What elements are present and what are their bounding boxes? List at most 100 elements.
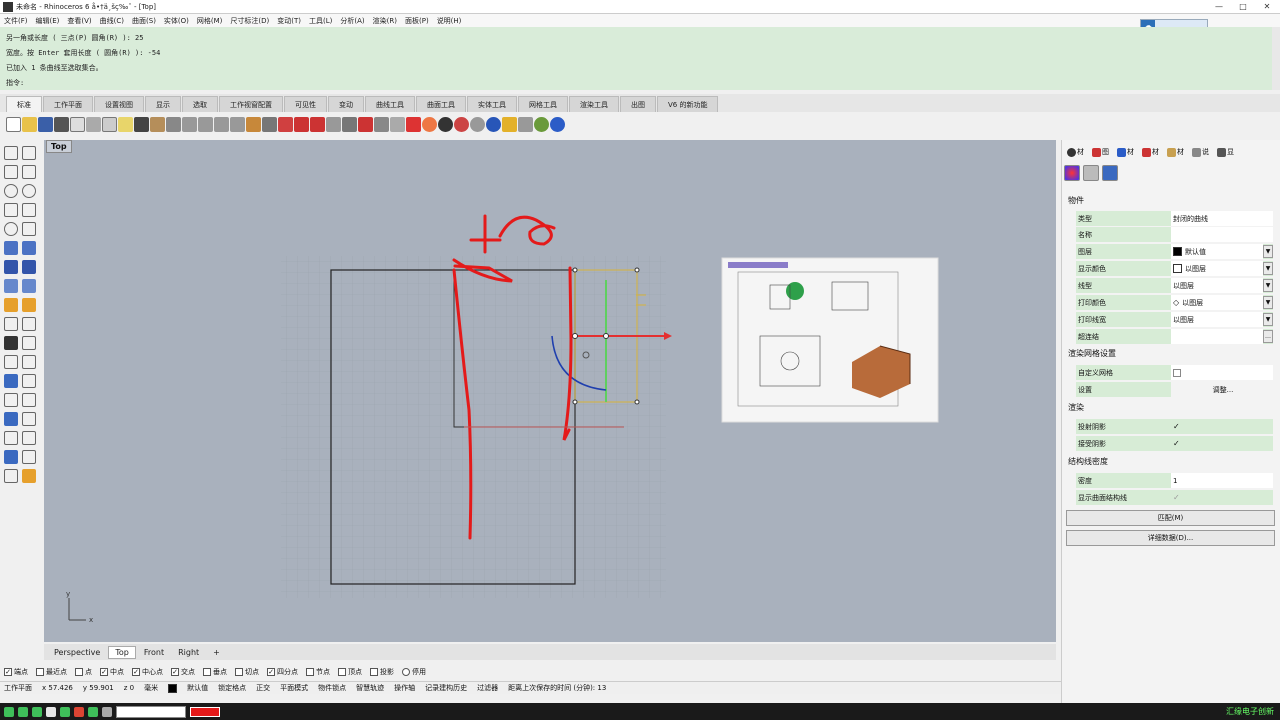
measure-icon[interactable] bbox=[22, 412, 36, 426]
taskbar-app-icon-2[interactable] bbox=[18, 706, 28, 717]
zoom-window-icon[interactable] bbox=[198, 116, 213, 132]
circle-icon[interactable] bbox=[4, 184, 18, 198]
menu-mesh[interactable]: 网格(M) bbox=[197, 16, 223, 26]
snap-vertex[interactable]: 顶点 bbox=[338, 667, 362, 677]
copy-move-icon[interactable] bbox=[310, 116, 325, 132]
snap-int-checkbox[interactable]: ✓ bbox=[171, 668, 179, 676]
cut-icon[interactable] bbox=[86, 116, 101, 132]
tab-solid-tools[interactable]: 实体工具 bbox=[467, 96, 517, 112]
custom-mesh-checkbox[interactable] bbox=[1173, 368, 1181, 377]
taskbar-app-icon-4[interactable] bbox=[46, 706, 56, 717]
menu-surface[interactable]: 曲面(S) bbox=[132, 16, 156, 26]
zoom-selected-icon[interactable] bbox=[230, 116, 245, 132]
freeform-icon[interactable] bbox=[22, 222, 36, 236]
cast-shadow-checkbox[interactable]: ✓ bbox=[1173, 422, 1180, 431]
panel-tab-textures[interactable]: 材 bbox=[1164, 144, 1187, 160]
lock-object-icon[interactable] bbox=[22, 469, 36, 483]
ellipse-icon[interactable] bbox=[22, 184, 36, 198]
gumball-x-arrow-icon[interactable] bbox=[664, 332, 672, 340]
grid-icon[interactable] bbox=[4, 431, 18, 445]
xray-sphere-icon[interactable] bbox=[486, 116, 501, 132]
render-properties-icon[interactable] bbox=[1102, 165, 1118, 181]
boolean-icon[interactable] bbox=[4, 298, 18, 312]
menu-dimension[interactable]: 尺寸标注(D) bbox=[230, 16, 269, 26]
analyze-icon[interactable] bbox=[22, 431, 36, 445]
snap-end-checkbox[interactable]: ✓ bbox=[4, 668, 12, 676]
shaded-sphere-icon[interactable] bbox=[438, 116, 453, 132]
panel-tab-help[interactable]: 说 bbox=[1189, 144, 1212, 160]
taskbar-app-icon-3[interactable] bbox=[32, 706, 42, 717]
show-iso-checkbox[interactable]: ✓ bbox=[1173, 493, 1180, 502]
top-viewport[interactable]: x y Top bbox=[44, 140, 1056, 642]
open-file-icon[interactable] bbox=[22, 116, 37, 132]
status-osnap[interactable]: 物件锁点 bbox=[318, 683, 346, 693]
tab-select[interactable]: 选取 bbox=[182, 96, 218, 112]
tab-mesh-tools[interactable]: 网格工具 bbox=[518, 96, 568, 112]
tab-cplanes[interactable]: 工作平面 bbox=[43, 96, 93, 112]
snap-mid-checkbox[interactable]: ✓ bbox=[100, 668, 108, 676]
polygon-icon[interactable] bbox=[4, 203, 18, 217]
light-icon[interactable] bbox=[390, 116, 405, 132]
snap-point-checkbox[interactable] bbox=[75, 668, 83, 676]
command-prompt[interactable]: 指令: bbox=[6, 76, 1266, 91]
status-grid-snap[interactable]: 锁定格点 bbox=[218, 683, 246, 693]
tab-right[interactable]: Right bbox=[172, 647, 205, 658]
snap-quad[interactable]: ✓ 四分点 bbox=[267, 667, 298, 677]
tab-visibility[interactable]: 可见性 bbox=[284, 96, 327, 112]
help-icon[interactable] bbox=[550, 116, 565, 132]
snap-near-checkbox[interactable] bbox=[36, 668, 44, 676]
status-planar[interactable]: 平面模式 bbox=[280, 683, 308, 693]
tab-render-tools[interactable]: 渲染工具 bbox=[569, 96, 619, 112]
snap-disable[interactable]: 停用 bbox=[402, 667, 426, 677]
linetype-dropdown-icon[interactable]: ▼ bbox=[1263, 279, 1273, 292]
status-cplane[interactable]: 工作平面 bbox=[4, 683, 32, 693]
rotate-view-icon[interactable] bbox=[166, 116, 181, 132]
prop-display-color-value[interactable]: 以图层 bbox=[1171, 261, 1263, 276]
command-scrollbar[interactable] bbox=[1272, 27, 1280, 90]
status-history[interactable]: 记录建构历史 bbox=[425, 683, 467, 693]
snap-end[interactable]: ✓ 端点 bbox=[4, 667, 28, 677]
status-filter[interactable]: 过滤器 bbox=[477, 683, 498, 693]
grip-point-br[interactable] bbox=[634, 399, 640, 405]
pan-hand-icon[interactable] bbox=[150, 116, 165, 132]
rectangle-icon[interactable] bbox=[22, 203, 36, 217]
cylinder-icon[interactable] bbox=[4, 279, 18, 293]
hide-icon[interactable] bbox=[4, 469, 18, 483]
reference-image[interactable] bbox=[721, 257, 939, 423]
points-on-icon[interactable] bbox=[358, 116, 373, 132]
cplane-icon[interactable] bbox=[326, 116, 341, 132]
lock-icon[interactable] bbox=[406, 116, 421, 132]
tab-drafting[interactable]: 出图 bbox=[620, 96, 656, 112]
details-button[interactable]: 详细数据(D)... bbox=[1066, 530, 1275, 546]
panel-tab-materials[interactable]: 材 bbox=[1114, 144, 1137, 160]
grip-point-bl[interactable] bbox=[572, 399, 578, 405]
tab-viewport-layout[interactable]: 工作视窗配置 bbox=[219, 96, 283, 112]
snap-disable-radio[interactable] bbox=[402, 668, 410, 676]
viewport-canvas[interactable]: x y bbox=[44, 140, 1056, 642]
panel-tab-layers[interactable]: 图 bbox=[1089, 144, 1112, 160]
taskbar-app-icon-8[interactable] bbox=[102, 706, 112, 717]
select-arrow-icon[interactable] bbox=[4, 146, 18, 160]
status-layer[interactable]: 默认值 bbox=[187, 683, 208, 693]
print-width-dropdown-icon[interactable]: ▼ bbox=[1263, 313, 1273, 326]
maximize-button[interactable]: □ bbox=[1234, 1, 1252, 12]
select-points-icon[interactable] bbox=[22, 146, 36, 160]
snap-quad-checkbox[interactable]: ✓ bbox=[267, 668, 275, 676]
solid-edit-icon[interactable] bbox=[4, 412, 18, 426]
taskbar-color-swatch[interactable] bbox=[190, 706, 220, 717]
menu-edit[interactable]: 编辑(E) bbox=[36, 16, 60, 26]
hyperlink-more-button[interactable]: … bbox=[1263, 330, 1273, 343]
display-color-dropdown-icon[interactable]: ▼ bbox=[1263, 262, 1273, 275]
add-viewport-button[interactable]: + bbox=[207, 647, 226, 658]
panel-tab-display[interactable]: 显 bbox=[1214, 144, 1237, 160]
status-ortho[interactable]: 正交 bbox=[256, 683, 270, 693]
prop-name-input[interactable] bbox=[1171, 227, 1273, 242]
snap-tan[interactable]: 切点 bbox=[235, 667, 259, 677]
join-icon[interactable] bbox=[22, 355, 36, 369]
render-icon[interactable] bbox=[4, 450, 18, 464]
snap-mid[interactable]: ✓ 中点 bbox=[100, 667, 124, 677]
taskbar-dropdown[interactable] bbox=[116, 705, 186, 718]
grip-point-tr[interactable] bbox=[634, 267, 640, 273]
object-properties-icon[interactable] bbox=[1064, 165, 1080, 181]
curve-properties-icon[interactable] bbox=[1083, 165, 1099, 181]
